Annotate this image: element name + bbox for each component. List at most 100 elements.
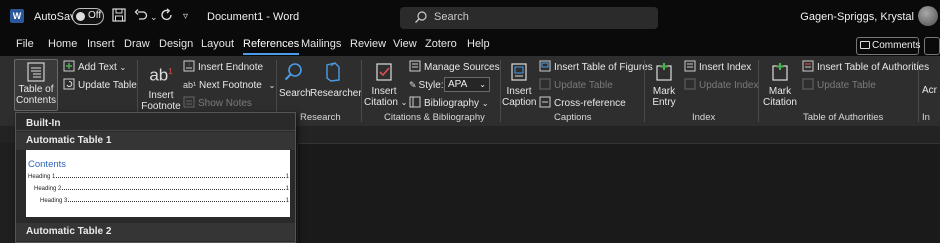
update-table-icon — [63, 78, 75, 90]
preview-entry: Heading 1 1 — [28, 174, 289, 180]
manage-sources-label: Manage Sources — [424, 62, 500, 73]
update-table-icon — [539, 78, 551, 90]
cut-off-ribbon-button[interactable]: Acr — [922, 85, 940, 96]
update-index-button[interactable]: Update Index — [684, 78, 759, 93]
group-separator — [758, 60, 759, 122]
document-title: Document1 - Word — [207, 11, 300, 23]
search-ribbon-label: Search — [279, 88, 311, 99]
insert-citation-button[interactable]: Insert Citation ⌄ — [364, 62, 407, 108]
style-label: Style: — [418, 80, 444, 91]
style-control: ✎ Style: — [409, 78, 444, 93]
cut-off-button-label: Acr — [922, 85, 937, 96]
insert-caption-icon — [511, 63, 527, 81]
mark-entry-button[interactable]: Mark Entry — [647, 62, 681, 108]
cross-reference-button[interactable]: Cross-reference — [539, 96, 626, 111]
avatar[interactable] — [918, 6, 938, 26]
tab-design[interactable]: Design — [159, 38, 193, 50]
update-table-icon — [802, 78, 814, 90]
user-name[interactable]: Gagen-Spriggs, Krystal — [800, 11, 914, 23]
preview-entry: Heading 2 1 — [34, 186, 289, 192]
tab-review[interactable]: Review — [350, 38, 386, 50]
mark-entry-label-line2: Entry — [652, 97, 676, 108]
citation-style-select[interactable]: APA ⌄ — [444, 77, 490, 92]
toc-label-line1: Table of — [18, 84, 54, 95]
chevron-down-icon: ⌄ — [479, 80, 486, 89]
comments-button[interactable]: Comments — [856, 37, 920, 55]
bibliography-button[interactable]: Bibliography ⌄ — [409, 96, 489, 111]
bibliography-icon — [409, 96, 421, 108]
mark-citation-icon — [772, 63, 788, 81]
tab-insert[interactable]: Insert — [87, 38, 115, 50]
comment-icon — [860, 41, 870, 49]
show-notes-button[interactable]: Show Notes — [183, 96, 252, 111]
group-separator — [644, 60, 645, 122]
search-icon — [284, 63, 302, 81]
insert-table-of-figures-label: Insert Table of Figures — [554, 62, 653, 73]
mark-citation-label-line2: Citation — [763, 97, 797, 108]
insert-endnote-label: Insert Endnote — [198, 62, 264, 73]
insert-caption-button[interactable]: Insert Caption — [502, 62, 536, 108]
customize-toolbar-icon[interactable]: ▿ — [183, 8, 188, 26]
mark-citation-button[interactable]: Mark Citation — [761, 62, 799, 108]
search-placeholder: Search — [434, 11, 469, 23]
toc-label-line2: Contents — [15, 95, 57, 106]
insert-footnote-button[interactable]: ab1 Insert Footnote — [141, 62, 181, 112]
citation-style-value: APA — [448, 79, 468, 90]
undo-icon[interactable] — [134, 8, 148, 26]
insert-table-of-authorities-label: Insert Table of Authorities — [817, 62, 930, 73]
tab-zotero[interactable]: Zotero — [425, 38, 457, 50]
insert-table-of-figures-button[interactable]: Insert Table of Figures — [539, 60, 653, 75]
footnote-icon: ab1 — [149, 65, 173, 85]
save-icon[interactable] — [112, 8, 126, 26]
insert-citation-label-line2: Citation ⌄ — [364, 97, 407, 108]
insert-index-icon — [684, 60, 696, 72]
insert-citation-label-text: Citation — [364, 97, 398, 108]
tab-draw[interactable]: Draw — [124, 38, 150, 50]
researcher-button[interactable]: Researcher — [310, 62, 362, 99]
preview-leader-dots — [56, 177, 285, 178]
update-table-figures-button[interactable]: Update Table — [539, 78, 613, 93]
table-of-figures-icon — [539, 60, 551, 72]
tab-file[interactable]: File — [16, 38, 34, 50]
tab-layout[interactable]: Layout — [201, 38, 234, 50]
toc-dropdown: Built-In Automatic Table 1 Contents Head… — [15, 112, 296, 243]
researcher-icon — [326, 62, 340, 82]
automatic-table-1-option[interactable]: Automatic Table 1 — [16, 132, 295, 150]
preview-entry-label: Heading 3 — [40, 198, 68, 204]
ribbon-options-button[interactable] — [924, 37, 940, 55]
show-notes-label: Show Notes — [198, 98, 252, 109]
insert-citation-label-line1: Insert — [371, 86, 397, 97]
search-box[interactable]: Search — [400, 7, 658, 29]
insert-index-button[interactable]: Insert Index — [684, 60, 751, 75]
tab-help[interactable]: Help — [467, 38, 490, 50]
insert-citation-icon — [376, 63, 392, 81]
insert-table-of-authorities-button[interactable]: Insert Table of Authorities — [802, 60, 929, 75]
dropdown-divider — [16, 130, 295, 131]
manage-sources-button[interactable]: Manage Sources — [409, 60, 500, 75]
search-ribbon-button[interactable]: Search — [279, 62, 311, 99]
automatic-table-1-preview[interactable]: Contents Heading 1 1 Heading 2 1 Heading 3… — [26, 150, 290, 217]
autosave-state: Off — [88, 10, 102, 21]
automatic-table-2-option[interactable]: Automatic Table 2 — [16, 223, 295, 241]
update-table-button[interactable]: Update Table — [63, 78, 137, 93]
next-footnote-button[interactable]: ab¹ Next Footnote ⌄ — [183, 78, 275, 93]
autosave-toggle[interactable]: Off — [72, 8, 104, 25]
ribbon-tabs: File Home Insert Draw Design Layout Refe… — [0, 34, 940, 56]
tab-mailings[interactable]: Mailings — [301, 38, 341, 50]
update-table-label: Update Table — [78, 80, 137, 91]
insert-endnote-button[interactable]: i Insert Endnote — [183, 60, 263, 75]
manage-sources-icon — [409, 60, 421, 72]
tab-references[interactable]: References — [243, 38, 300, 55]
preview-title: Contents — [28, 159, 67, 170]
undo-dropdown-icon[interactable]: ⌄ — [150, 8, 158, 26]
add-text-button[interactable]: Add Text ⌄ — [63, 60, 126, 75]
redo-icon[interactable] — [160, 8, 174, 26]
tab-home[interactable]: Home — [48, 38, 77, 50]
builtin-section-label: Built-In — [26, 118, 61, 129]
group-separator — [361, 60, 362, 122]
document-page[interactable] — [297, 143, 940, 243]
tab-view[interactable]: View — [393, 38, 417, 50]
update-table-authorities-button[interactable]: Update Table — [802, 78, 876, 93]
update-index-icon — [684, 78, 696, 90]
add-text-icon — [63, 60, 75, 72]
